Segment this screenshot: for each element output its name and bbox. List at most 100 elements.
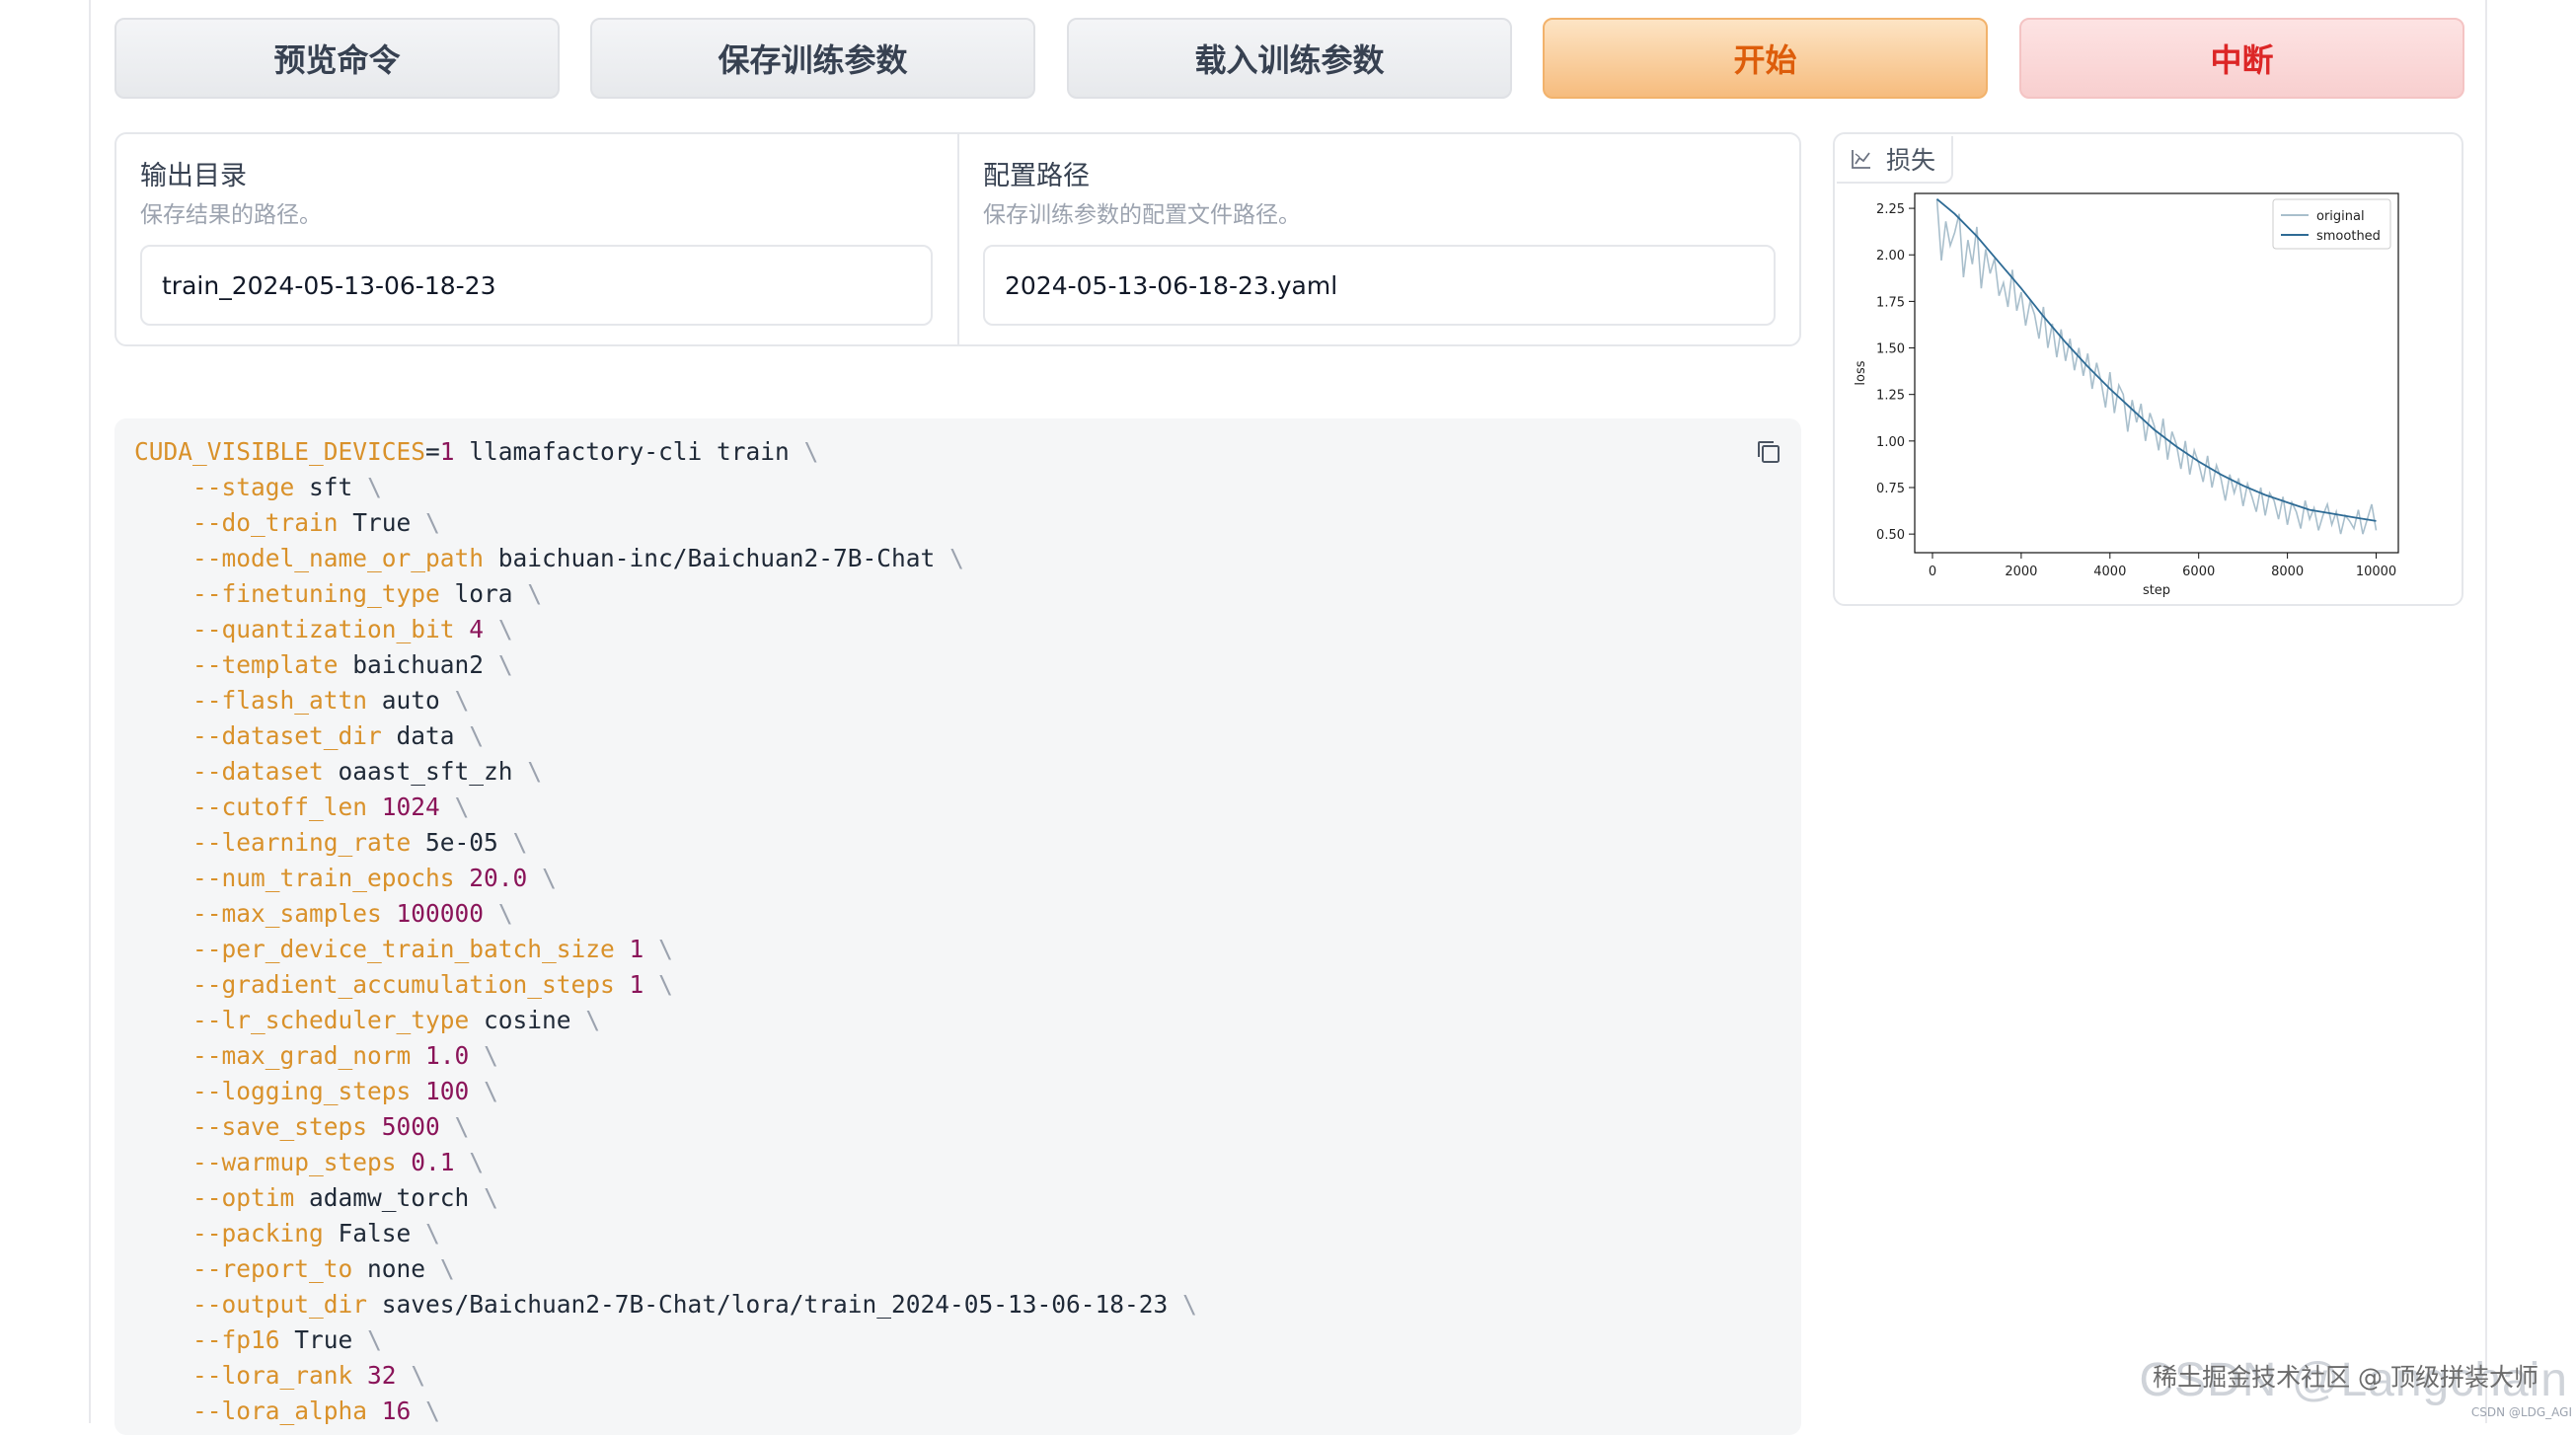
config-path-info: 保存训练参数的配置文件路径。: [983, 202, 1301, 228]
y-tick-label: 1.75: [1876, 295, 1905, 310]
line-continuation: \: [935, 544, 964, 572]
arg-value: sft: [309, 473, 353, 501]
line-continuation: \: [469, 1041, 498, 1070]
copy-icon[interactable]: [1755, 438, 1782, 466]
env-eq: =: [425, 437, 440, 466]
command-arg-line: --stage sft \: [134, 471, 382, 504]
arg-flag: --dataset_dir: [192, 721, 382, 750]
command-arg-line: --packing False \: [134, 1217, 440, 1250]
arg-value: 1.0: [425, 1041, 470, 1070]
start-button[interactable]: 开始: [1543, 18, 1988, 99]
arg-flag: --optim: [192, 1183, 295, 1212]
output-dir-info: 保存结果的路径。: [140, 202, 322, 228]
arg-flag: --flash_attn: [192, 686, 368, 715]
series-line-original: [1935, 198, 2378, 535]
arg-flag: --warmup_steps: [192, 1148, 397, 1176]
line-continuation: \: [454, 1148, 485, 1176]
load-args-button[interactable]: 载入训练参数: [1067, 18, 1512, 99]
line-continuation: \: [497, 828, 528, 857]
arg-value: auto: [381, 686, 440, 715]
save-args-button[interactable]: 保存训练参数: [590, 18, 1035, 99]
y-tick-label: 0.75: [1876, 482, 1905, 496]
config-path-input[interactable]: [983, 245, 1776, 326]
arg-value: lora: [454, 579, 513, 608]
line-continuation: \: [439, 686, 470, 715]
command-arg-line: --lr_scheduler_type cosine \: [134, 1004, 600, 1037]
command-arg-line: --gradient_accumulation_steps 1 \: [134, 968, 673, 1002]
loss-chart: 0 2000 4000 6000 8000 10000 0.50 0.75 1.00 1.25 1.…: [1854, 192, 2399, 598]
panel-divider: [957, 134, 959, 344]
arg-value: data: [396, 721, 455, 750]
y-tick-label: 1.25: [1876, 389, 1905, 404]
line-continuation: \: [352, 1325, 382, 1354]
command-arg-line: --learning_rate 5e-05 \: [134, 826, 527, 860]
command-arg-line: --dataset oaast_sft_zh \: [134, 755, 542, 789]
y-tick-label: 1.00: [1876, 435, 1905, 450]
arg-flag: --max_samples: [192, 899, 382, 928]
x-tick-label: 0: [1929, 565, 1936, 579]
legend-label-smoothed: smoothed: [2316, 229, 2381, 244]
line-continuation: \: [789, 437, 819, 466]
x-axis-label: step: [2143, 583, 2170, 598]
y-tick-label: 2.00: [1876, 249, 1905, 264]
arg-flag: --gradient_accumulation_steps: [192, 970, 615, 999]
arg-value: 5000: [381, 1112, 440, 1141]
command-arg-line: --output_dir saves/Baichuan2-7B-Chat/lor…: [134, 1288, 1197, 1322]
arg-flag: --output_dir: [192, 1290, 368, 1319]
line-continuation: \: [411, 1219, 440, 1247]
command-head-line: CUDA_VISIBLE_DEVICES=1 llamafactory-cli …: [134, 435, 818, 469]
y-axis-label: loss: [1854, 360, 1868, 385]
arg-flag: --quantization_bit: [192, 615, 455, 643]
command-arg-line: --logging_steps 100 \: [134, 1075, 498, 1108]
watermark-juejin: 稀土掘金技术社区 @ 顶级拼装大师: [2153, 1363, 2538, 1392]
arg-value: baichuan-inc/Baichuan2-7B-Chat: [497, 544, 936, 572]
line-continuation: \: [411, 1397, 440, 1425]
x-tick-label: 8000: [2271, 565, 2304, 579]
command-arg-line: --dataset_dir data \: [134, 719, 484, 753]
arg-flag: --report_to: [192, 1254, 353, 1283]
arg-value: False: [338, 1219, 412, 1247]
arg-value: oaast_sft_zh: [338, 757, 513, 786]
env-value: 1: [439, 437, 455, 466]
x-tick-label: 6000: [2182, 565, 2215, 579]
y-tick-label: 1.50: [1876, 342, 1905, 357]
arg-flag: --save_steps: [192, 1112, 368, 1141]
legend-label-original: original: [2316, 209, 2365, 224]
arg-flag: --max_grad_norm: [192, 1041, 412, 1070]
abort-button[interactable]: 中断: [2019, 18, 2464, 99]
line-continuation: \: [512, 757, 543, 786]
arg-flag: --learning_rate: [192, 828, 412, 857]
preview-command-button[interactable]: 预览命令: [114, 18, 560, 99]
x-tick-label: 4000: [2093, 565, 2126, 579]
arg-flag: --model_name_or_path: [192, 544, 485, 572]
line-continuation: \: [512, 579, 543, 608]
command-arg-line: --template baichuan2 \: [134, 648, 513, 682]
output-dir-input[interactable]: [140, 245, 933, 326]
command-arg-line: --optim adamw_torch \: [134, 1181, 498, 1215]
